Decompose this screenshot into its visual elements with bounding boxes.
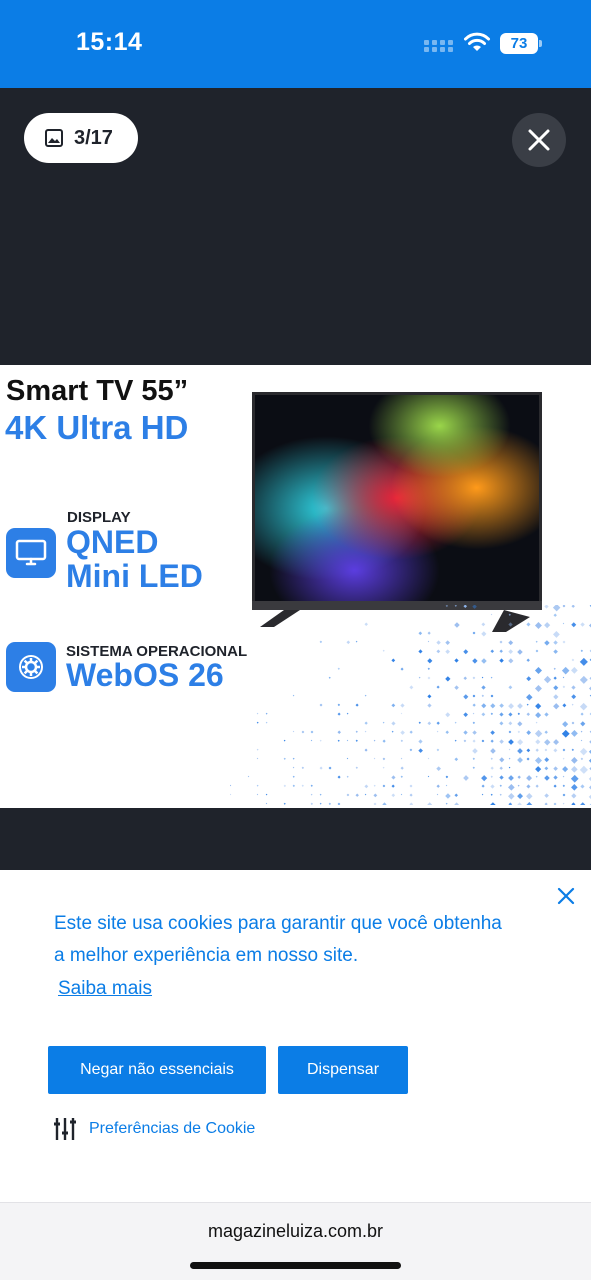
deny-non-essential-button[interactable]: Negar não essenciais bbox=[48, 1046, 266, 1094]
image-counter-text: 3/17 bbox=[74, 126, 113, 149]
feature-os-value: WebOS 26 bbox=[66, 657, 224, 693]
product-title-line1: Smart TV 55” bbox=[6, 375, 189, 407]
battery-icon: 73 bbox=[500, 33, 542, 54]
browser-url-bar[interactable]: magazineluiza.com.br bbox=[0, 1202, 591, 1280]
product-image[interactable]: Smart TV 55” 4K Ultra HD DISPLAY QNED Mi… bbox=[0, 365, 591, 808]
cookie-preferences-label: Preferências de Cookie bbox=[89, 1120, 256, 1137]
dismiss-button[interactable]: Dispensar bbox=[278, 1046, 408, 1094]
cookie-message: Este site usa cookies para garantir que … bbox=[54, 913, 502, 966]
close-icon[interactable] bbox=[554, 884, 578, 908]
feature-display-value-line1: QNED bbox=[66, 524, 159, 560]
home-indicator bbox=[190, 1262, 401, 1269]
url-text: magazineluiza.com.br bbox=[207, 1221, 384, 1241]
gear-icon bbox=[6, 642, 56, 692]
image-counter: 3/17 bbox=[24, 113, 138, 163]
cookie-banner: Este site usa cookies para garantir que … bbox=[0, 870, 591, 1202]
cookie-preferences-link[interactable]: Preferências de Cookie bbox=[52, 1116, 255, 1142]
status-bar: 15:14 73 bbox=[0, 0, 591, 88]
image-gallery: 3/17 Smart TV 55” 4K Ultra HD DISPLAY QN… bbox=[0, 88, 591, 870]
tv-illustration bbox=[252, 392, 542, 632]
sliders-icon bbox=[54, 1118, 76, 1140]
dot-pattern-decoration bbox=[230, 605, 591, 805]
learn-more-link[interactable]: Saiba mais bbox=[58, 978, 152, 1000]
close-gallery-button[interactable] bbox=[512, 113, 566, 167]
battery-level: 73 bbox=[500, 33, 538, 54]
product-title-line2: 4K Ultra HD bbox=[5, 409, 189, 446]
feature-display-value-line2: Mini LED bbox=[66, 558, 203, 594]
signal-icon bbox=[424, 40, 454, 52]
image-icon bbox=[45, 129, 63, 147]
wifi-icon bbox=[464, 32, 490, 51]
close-icon bbox=[528, 129, 550, 151]
monitor-icon bbox=[6, 528, 56, 578]
status-time: 15:14 bbox=[76, 28, 143, 56]
